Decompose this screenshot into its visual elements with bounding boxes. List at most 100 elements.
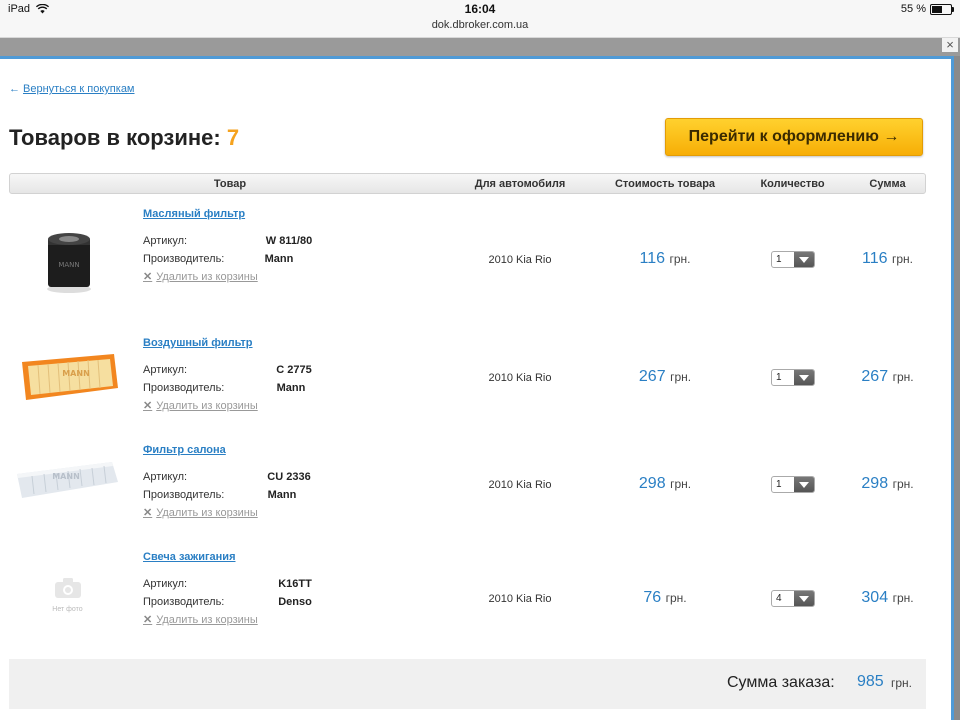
close-icon[interactable]: × [942, 38, 958, 52]
product-name-link[interactable]: Свеча зажигания [143, 551, 236, 563]
item-sum: 304 грн. [840, 589, 935, 607]
car-model: 2010 Kia Rio [488, 479, 552, 491]
product-name-link[interactable]: Масляный фильтр [143, 208, 245, 220]
quantity-select[interactable]: 4 [771, 590, 815, 607]
article-label: Артикул: [143, 471, 188, 483]
column-header-car: Для автомобиля [474, 178, 566, 190]
article-value: C 2775 [276, 364, 312, 376]
cabin-filter-image: MANN [17, 462, 118, 498]
column-header-sum: Сумма [869, 178, 906, 190]
air-filter-image: MANN [22, 354, 118, 400]
battery-percent: 55 % [900, 3, 926, 15]
oil-filter-image: MANN [47, 233, 91, 293]
currency-label: грн. [892, 591, 914, 605]
currency-label: грн. [892, 477, 914, 491]
manufacturer-label: Производитель: [143, 489, 225, 501]
svg-text:MANN: MANN [52, 472, 80, 481]
quantity-select[interactable]: 1 [771, 251, 815, 268]
remove-icon: ✕ [143, 507, 153, 519]
item-price: 298 грн. [600, 475, 730, 493]
order-total-currency: грн. [891, 676, 913, 690]
camera-icon [54, 578, 81, 598]
car-model: 2010 Kia Rio [488, 254, 552, 266]
page-title: Товаров в корзине: 7 [9, 125, 239, 151]
order-total-value: 985 [857, 673, 884, 690]
svg-text:MANN: MANN [58, 261, 79, 269]
manufacturer-value: Mann [264, 253, 294, 265]
sum-value: 298 [861, 475, 889, 492]
manufacturer-value: Mann [276, 382, 306, 394]
status-right: 55 % [900, 3, 954, 15]
item-sum: 267 грн. [840, 368, 935, 386]
back-to-shopping-link[interactable]: ← Вернуться к покупкам [9, 83, 135, 95]
remove-label: Удалить из корзины [156, 399, 258, 412]
dropdown-arrow-icon [794, 252, 814, 267]
sum-value: 304 [861, 589, 889, 606]
column-header-price: Стоимость товара [614, 178, 716, 190]
article-label: Артикул: [143, 364, 188, 376]
column-header-product: Товар [213, 178, 247, 190]
article-value: K16TT [278, 578, 312, 590]
remove-from-cart-link[interactable]: ✕ Удалить из корзины [143, 613, 258, 627]
product-name-link[interactable]: Фильтр салона [143, 444, 226, 456]
no-photo-placeholder: Нет фото [40, 577, 95, 613]
currency-label: грн. [892, 370, 914, 384]
remove-icon: ✕ [143, 400, 153, 412]
currency-label: грн. [670, 477, 692, 491]
cart-title-text: Товаров в корзине: [9, 125, 221, 150]
sum-value: 267 [861, 368, 889, 385]
checkout-button[interactable]: Перейти к оформлению → [665, 118, 923, 156]
quantity-value: 1 [776, 254, 782, 265]
remove-icon: ✕ [143, 614, 153, 626]
quantity-value: 4 [776, 593, 782, 604]
table-row: MANN Фильтр салона Артикул: CU 2336 Прои… [0, 440, 950, 540]
sum-value: 116 [862, 250, 888, 267]
manufacturer-label: Производитель: [143, 253, 225, 265]
cart-count: 7 [226, 125, 240, 150]
status-bar: iPad 16:04 dok.dbroker.com.ua 55 % [0, 0, 960, 38]
remove-from-cart-link[interactable]: ✕ Удалить из корзины [143, 270, 258, 284]
price-value: 267 [638, 368, 666, 385]
dropdown-arrow-icon [794, 370, 814, 385]
back-arrow-icon: ← [9, 83, 20, 95]
remove-label: Удалить из корзины [156, 613, 258, 626]
item-sum: 298 грн. [840, 475, 935, 493]
svg-text:MANN: MANN [62, 369, 90, 378]
clock: 16:04 [464, 2, 496, 16]
remove-from-cart-link[interactable]: ✕ Удалить из корзины [143, 399, 258, 413]
currency-label: грн. [670, 370, 692, 384]
product-name-link[interactable]: Воздушный фильтр [143, 337, 253, 349]
quantity-select[interactable]: 1 [771, 369, 815, 386]
price-value: 298 [638, 475, 666, 492]
car-model: 2010 Kia Rio [488, 372, 552, 384]
quantity-value: 1 [776, 479, 782, 490]
car-model: 2010 Kia Rio [488, 593, 552, 605]
column-header-quantity: Количество [760, 178, 825, 190]
article-value: W 811/80 [265, 235, 313, 247]
article-value: CU 2336 [267, 471, 311, 483]
table-row: MANN Масляный фильтр Артикул: W 811/80 П… [0, 204, 950, 324]
quantity-select[interactable]: 1 [771, 476, 815, 493]
item-sum: 116 грн. [840, 250, 935, 268]
manufacturer-label: Производитель: [143, 382, 225, 394]
article-label: Артикул: [143, 578, 188, 590]
dropdown-arrow-icon [794, 591, 814, 606]
page-header-strip [0, 38, 960, 56]
remove-label: Удалить из корзины [156, 270, 258, 283]
item-price: 76 грн. [600, 589, 730, 607]
order-total-label: Сумма заказа: [727, 674, 835, 691]
currency-label: грн. [665, 591, 687, 605]
manufacturer-value: Denso [278, 596, 312, 608]
remove-label: Удалить из корзины [156, 506, 258, 519]
article-label: Артикул: [143, 235, 188, 247]
battery-icon [930, 3, 954, 15]
table-row: Нет фото Свеча зажигания Артикул: K16TT … [0, 547, 950, 647]
table-row: MANN Воздушный фильтр Артикул: C 2775 Пр… [0, 333, 950, 433]
price-value: 116 [639, 250, 666, 267]
battery-fill [932, 5, 942, 13]
address-bar-url[interactable]: dok.dbroker.com.ua [0, 19, 960, 31]
cart-modal: ← Вернуться к покупкам Товаров в корзине:… [0, 56, 954, 720]
remove-from-cart-link[interactable]: ✕ Удалить из корзины [143, 506, 258, 520]
manufacturer-value: Mann [267, 489, 297, 501]
table-header: Товар Для автомобиля Стоимость товара Ко… [9, 173, 926, 194]
